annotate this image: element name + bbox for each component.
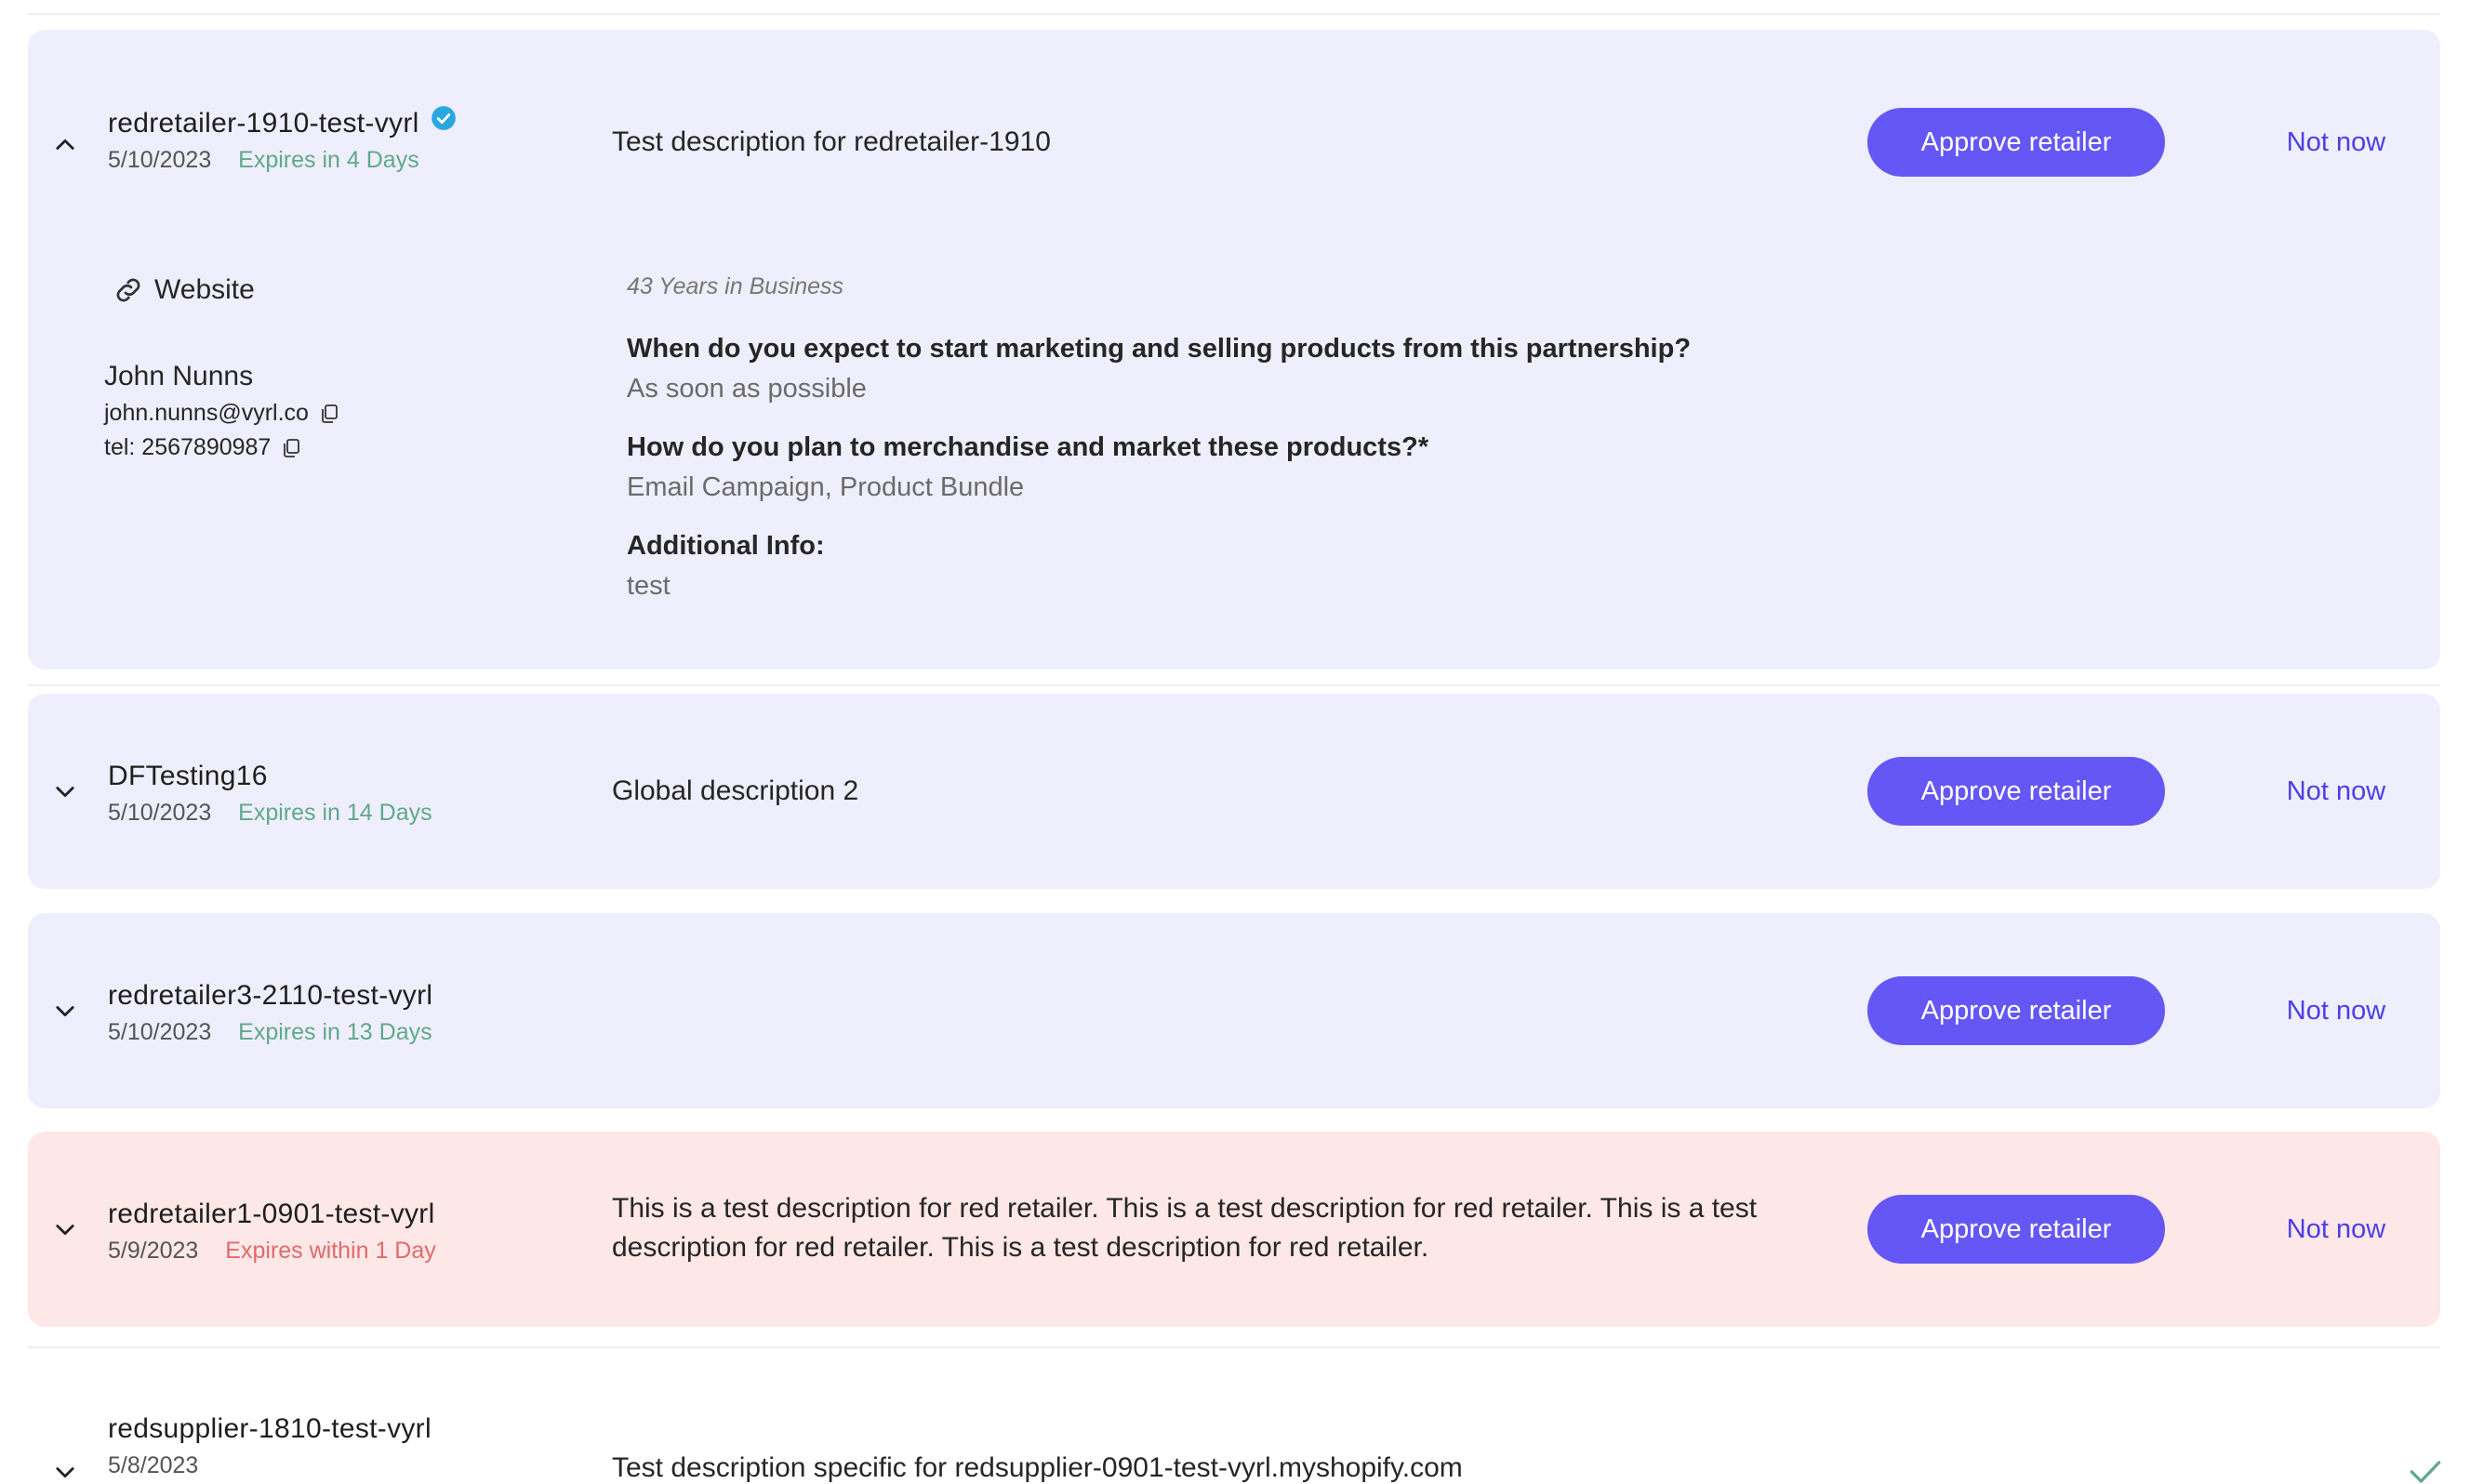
retailer-meta: 5/10/2023 Expires in 14 Days bbox=[108, 800, 629, 827]
expiry-status: Expires in 14 Days bbox=[238, 800, 432, 826]
checkmark-icon bbox=[2410, 1461, 2441, 1483]
divider bbox=[28, 1346, 2440, 1348]
copy-phone-icon[interactable] bbox=[280, 437, 302, 459]
retailer-meta: 5/8/2023 bbox=[108, 1452, 629, 1479]
retailer-requests-list: redretailer-1910-test-vyrl 5/10/2023 Exp… bbox=[0, 0, 2470, 1484]
retailer-name-row: redretailer-1910-test-vyrl bbox=[108, 106, 629, 139]
retailer-meta: 5/10/2023 Expires in 13 Days bbox=[108, 1019, 629, 1046]
link-icon bbox=[116, 278, 140, 302]
expiry-status: Expires in 13 Days bbox=[238, 1019, 432, 1045]
application-details: 43 Years in Business When do you expect … bbox=[627, 273, 1836, 602]
not-now-link[interactable]: Not now bbox=[2243, 108, 2429, 177]
retailer-info: redretailer-1910-test-vyrl 5/10/2023 Exp… bbox=[108, 106, 629, 174]
website-label: Website bbox=[154, 274, 255, 305]
not-now-link[interactable]: Not now bbox=[2243, 976, 2429, 1045]
divider bbox=[28, 684, 2440, 686]
retailer-card-expanded: redretailer-1910-test-vyrl 5/10/2023 Exp… bbox=[28, 30, 2440, 669]
retailer-card-urgent: redretailer1-0901-test-vyrl 5/9/2023 Exp… bbox=[28, 1132, 2440, 1327]
answer-2: Email Campaign, Product Bundle bbox=[627, 472, 1025, 502]
retailer-description: Test description specific for redsupplie… bbox=[612, 1452, 1463, 1483]
expand-chevron-down-icon[interactable] bbox=[39, 765, 91, 817]
not-now-link[interactable]: Not now bbox=[2243, 757, 2429, 826]
collapse-chevron-up-icon[interactable] bbox=[39, 119, 91, 171]
retailer-info: DFTesting16 5/10/2023 Expires in 14 Days bbox=[108, 761, 629, 827]
contact-phone: tel: 2567890987 bbox=[104, 434, 272, 460]
copy-email-icon[interactable] bbox=[318, 403, 340, 425]
retailer-info: redsupplier-1810-test-vyrl 5/8/2023 bbox=[108, 1413, 629, 1479]
approve-retailer-button[interactable]: Approve retailer bbox=[1867, 108, 2165, 177]
retailer-info: redretailer1-0901-test-vyrl 5/9/2023 Exp… bbox=[108, 1199, 629, 1265]
retailer-name: DFTesting16 bbox=[108, 761, 268, 791]
question-1: When do you expect to start marketing an… bbox=[627, 334, 1692, 364]
retailer-card-approved: redsupplier-1810-test-vyrl 5/8/2023 Test… bbox=[28, 1350, 2441, 1484]
retailer-description: This is a test description for red retai… bbox=[612, 1193, 1758, 1263]
contact-info: John Nunns john.nunns@vyrl.co tel: 25678… bbox=[104, 361, 340, 461]
question-3: Additional Info: bbox=[627, 531, 825, 561]
retailer-card: redretailer3-2110-test-vyrl 5/10/2023 Ex… bbox=[28, 913, 2440, 1108]
retailer-name: redsupplier-1810-test-vyrl bbox=[108, 1413, 432, 1444]
expiry-status: Expires within 1 Day bbox=[225, 1238, 436, 1264]
contact-email: john.nunns@vyrl.co bbox=[104, 400, 309, 426]
expand-chevron-down-icon[interactable] bbox=[39, 985, 91, 1037]
divider bbox=[28, 13, 2440, 15]
retailer-name: redretailer-1910-test-vyrl bbox=[108, 108, 419, 139]
retailer-name: redretailer3-2110-test-vyrl bbox=[108, 980, 433, 1011]
expand-chevron-down-icon[interactable] bbox=[39, 1446, 91, 1484]
retailer-info: redretailer3-2110-test-vyrl 5/10/2023 Ex… bbox=[108, 980, 629, 1046]
question-2: How do you plan to merchandise and marke… bbox=[627, 432, 1429, 462]
answer-1: As soon as possible bbox=[627, 374, 867, 404]
retailer-card: DFTesting16 5/10/2023 Expires in 14 Days… bbox=[28, 694, 2440, 889]
approve-retailer-button[interactable]: Approve retailer bbox=[1867, 1195, 2165, 1264]
retailer-meta: 5/10/2023 Expires in 4 Days bbox=[108, 147, 629, 174]
website-link[interactable]: Website bbox=[112, 273, 255, 307]
not-now-link[interactable]: Not now bbox=[2243, 1195, 2429, 1264]
retailer-description: Global description 2 bbox=[612, 775, 859, 806]
request-date: 5/10/2023 bbox=[108, 1019, 212, 1045]
years-in-business: 43 Years in Business bbox=[627, 273, 844, 299]
retailer-name: redretailer1-0901-test-vyrl bbox=[108, 1199, 435, 1229]
approve-retailer-button[interactable]: Approve retailer bbox=[1867, 976, 2165, 1045]
contact-phone-row: tel: 2567890987 bbox=[104, 434, 340, 461]
verified-badge-icon bbox=[431, 106, 456, 130]
request-date: 5/8/2023 bbox=[108, 1452, 199, 1478]
request-date: 5/10/2023 bbox=[108, 800, 212, 826]
contact-name: John Nunns bbox=[104, 361, 254, 391]
request-date: 5/10/2023 bbox=[108, 147, 212, 173]
retailer-description: Test description for redretailer-1910 bbox=[612, 126, 1051, 157]
answer-3: test bbox=[627, 571, 671, 601]
expand-chevron-down-icon[interactable] bbox=[39, 1203, 91, 1255]
expiry-status: Expires in 4 Days bbox=[238, 147, 419, 173]
retailer-meta: 5/9/2023 Expires within 1 Day bbox=[108, 1238, 629, 1265]
approve-retailer-button[interactable]: Approve retailer bbox=[1867, 757, 2165, 826]
contact-email-row: john.nunns@vyrl.co bbox=[104, 400, 340, 427]
request-date: 5/9/2023 bbox=[108, 1238, 199, 1264]
